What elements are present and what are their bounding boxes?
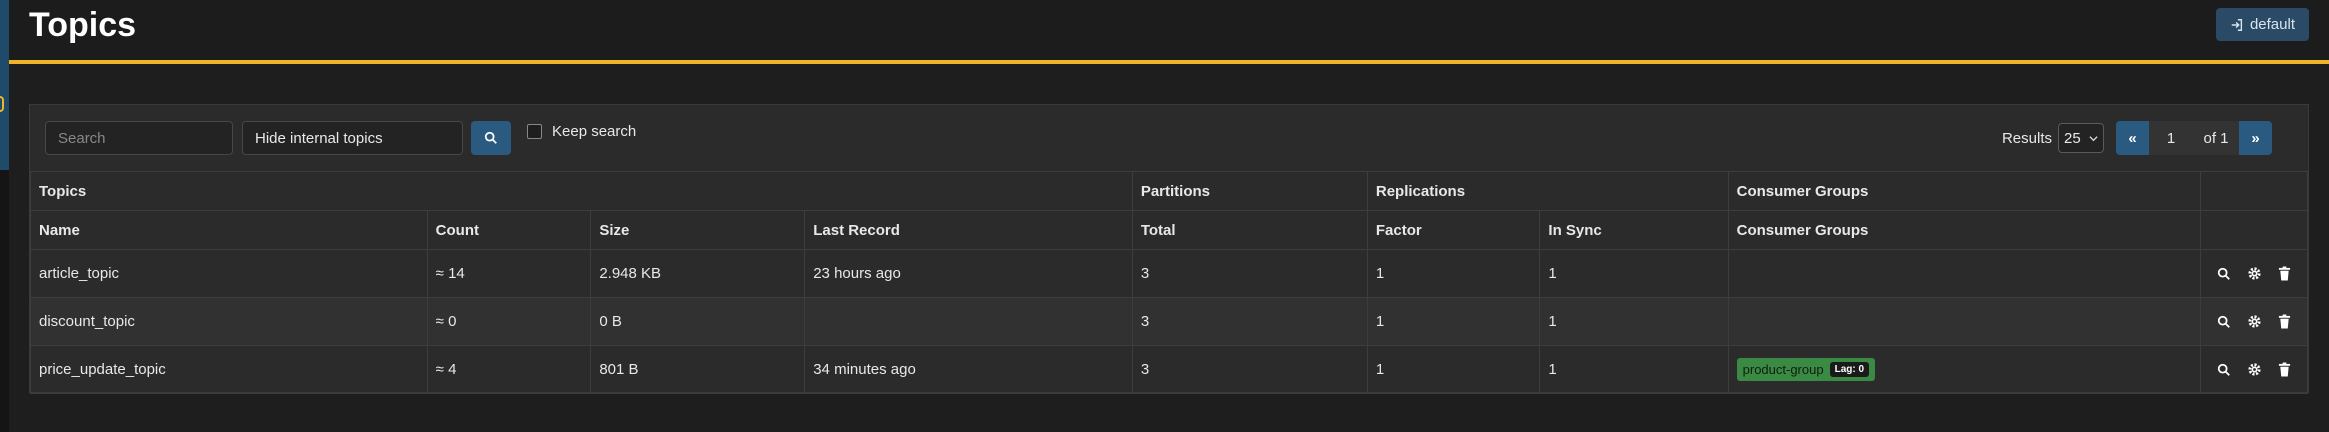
current-page[interactable]: 1 (2149, 121, 2193, 155)
results-label: Results (2001, 129, 2052, 147)
search-icon[interactable] (2217, 267, 2231, 281)
topics-toolbar: Hide internal topics Keep search Results… (30, 105, 2308, 171)
topic-name[interactable]: discount_topic (30, 297, 428, 346)
trash-icon[interactable] (2278, 266, 2291, 281)
topics-table: Topics Partitions Replications Consumer … (30, 171, 2309, 394)
search-icon[interactable] (2217, 363, 2231, 377)
col-size[interactable]: Size (590, 210, 806, 250)
column-header-row: Name Count Size Last Record Total Factor… (30, 210, 2309, 250)
table-row[interactable]: discount_topic ≈ 0 0 B 3 1 1 (30, 297, 2309, 346)
col-actions (2199, 210, 2309, 250)
col-last-record[interactable]: Last Record (804, 210, 1133, 250)
partitions-total: 3 (1131, 345, 1368, 394)
topic-last-record: 34 minutes ago (804, 345, 1133, 394)
topic-size: 0 B (590, 297, 806, 346)
topic-count: ≈ 4 (426, 345, 592, 394)
gear-icon[interactable] (2247, 266, 2262, 281)
main-content: Hide internal topics Keep search Results… (9, 64, 2329, 432)
consumer-groups-cell: product-group Lag: 0 (1727, 345, 2201, 394)
group-actions (2199, 171, 2309, 211)
row-actions (2199, 249, 2309, 298)
row-actions (2199, 345, 2309, 394)
group-consumer-groups: Consumer Groups (1727, 171, 2201, 211)
replication-in-sync: 1 (1539, 345, 1729, 394)
context-button-label: default (2249, 16, 2295, 33)
page-header: Topics default (9, 0, 2329, 64)
group-header-row: Topics Partitions Replications Consumer … (30, 171, 2309, 211)
replication-factor: 1 (1366, 345, 1541, 394)
sidebar-toggle-icon[interactable] (0, 96, 4, 112)
col-count[interactable]: Count (426, 210, 592, 250)
trash-icon[interactable] (2278, 362, 2291, 377)
prev-page-button[interactable]: « (2116, 121, 2149, 155)
sidebar-active-section (0, 0, 9, 170)
consumer-group-name: product-group (1742, 362, 1824, 377)
gear-icon[interactable] (2247, 314, 2262, 329)
search-input[interactable] (45, 121, 233, 155)
keep-search[interactable]: Keep search (527, 123, 636, 140)
search-button[interactable] (471, 121, 511, 155)
partitions-total: 3 (1131, 297, 1368, 346)
topic-filter-select[interactable]: Hide internal topics (242, 121, 463, 155)
row-actions (2199, 297, 2309, 346)
table-row[interactable]: price_update_topic ≈ 4 801 B 34 minutes … (30, 345, 2309, 394)
topic-count: ≈ 0 (426, 297, 592, 346)
trash-icon[interactable] (2278, 314, 2291, 329)
page-size-value: 25 (2064, 129, 2081, 147)
topics-panel: Hide internal topics Keep search Results… (29, 104, 2309, 394)
page-count: of 1 (2193, 121, 2239, 155)
group-partitions: Partitions (1131, 171, 1368, 211)
topic-name[interactable]: price_update_topic (30, 345, 428, 394)
chevron-down-icon (2089, 135, 2098, 141)
replication-in-sync: 1 (1539, 297, 1729, 346)
search-icon[interactable] (2217, 315, 2231, 329)
col-name[interactable]: Name (30, 210, 428, 250)
group-topics: Topics (30, 171, 1133, 211)
lag-badge: Lag: 0 (1829, 362, 1870, 377)
topic-count: ≈ 14 (426, 249, 592, 298)
page-title: Topics (29, 6, 137, 44)
col-total[interactable]: Total (1131, 210, 1368, 250)
keep-search-checkbox[interactable] (527, 124, 542, 139)
table-row[interactable]: article_topic ≈ 14 2.948 KB 23 hours ago… (30, 249, 2309, 298)
consumer-groups-cell (1727, 249, 2201, 298)
pagination: « 1 of 1 » (2116, 121, 2272, 155)
col-in-sync[interactable]: In Sync (1539, 210, 1729, 250)
col-consumer-groups[interactable]: Consumer Groups (1727, 210, 2201, 250)
consumer-groups-cell (1727, 297, 2201, 346)
search-icon (484, 131, 497, 144)
next-page-button[interactable]: » (2239, 121, 2272, 155)
keep-search-label: Keep search (552, 123, 637, 140)
partitions-total: 3 (1131, 249, 1368, 298)
topic-last-record (804, 297, 1133, 346)
context-button[interactable]: default (2215, 8, 2309, 41)
topic-name[interactable]: article_topic (30, 249, 428, 298)
results-controls: Results 25 « 1 of 1 » (2002, 121, 2272, 155)
topic-last-record: 23 hours ago (804, 249, 1133, 298)
replication-factor: 1 (1366, 297, 1541, 346)
replication-factor: 1 (1366, 249, 1541, 298)
sign-in-icon (2231, 18, 2243, 31)
col-factor[interactable]: Factor (1366, 210, 1541, 250)
topic-size: 801 B (590, 345, 806, 394)
consumer-group-badge[interactable]: product-group Lag: 0 (1736, 358, 1876, 381)
gear-icon[interactable] (2247, 362, 2262, 377)
topic-size: 2.948 KB (590, 249, 806, 298)
group-replications: Replications (1366, 171, 1729, 211)
page-size-select[interactable]: 25 (2058, 123, 2104, 153)
replication-in-sync: 1 (1539, 249, 1729, 298)
